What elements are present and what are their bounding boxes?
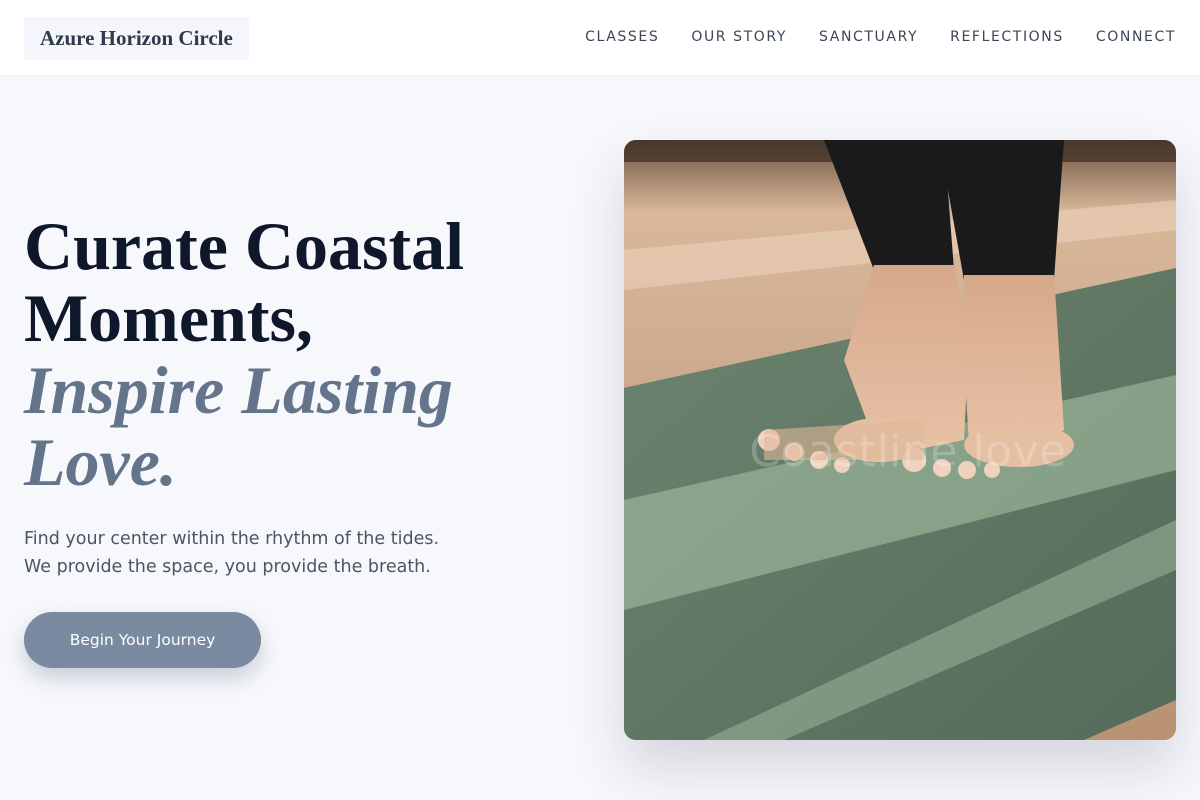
hero-title: Curate Coastal Moments, Inspire Lasting … <box>24 210 544 498</box>
hero-subtitle-line: Find your center within the rhythm of th… <box>24 529 440 549</box>
top-navigation-bar: Azure Horizon Circle CLASSES OUR STORY S… <box>0 0 1200 76</box>
hero-title-line: Curate Coastal <box>24 208 465 284</box>
image-watermark: Coastline love <box>749 426 1067 477</box>
nav-item-connect[interactable]: CONNECT <box>1096 29 1176 45</box>
hero-subtitle: Find your center within the rhythm of th… <box>24 525 544 581</box>
nav-item-our-story[interactable]: OUR STORY <box>691 29 787 45</box>
main-nav: CLASSES OUR STORY SANCTUARY REFLECTIONS … <box>585 0 1176 74</box>
hero-photo: Coastline love <box>624 140 1176 740</box>
brand-logo[interactable]: Azure Horizon Circle <box>24 17 249 60</box>
nav-item-classes[interactable]: CLASSES <box>585 29 659 45</box>
nav-item-reflections[interactable]: REFLECTIONS <box>950 29 1064 45</box>
hero-subtitle-line: We provide the space, you provide the br… <box>24 557 431 577</box>
hero-title-accent-line: Love. <box>24 424 177 500</box>
hero-title-accent-line: Inspire Lasting <box>24 352 453 428</box>
begin-journey-button[interactable]: Begin Your Journey <box>24 612 261 668</box>
nav-item-sanctuary[interactable]: SANCTUARY <box>819 29 918 45</box>
hero-title-line: Moments, <box>24 280 313 356</box>
